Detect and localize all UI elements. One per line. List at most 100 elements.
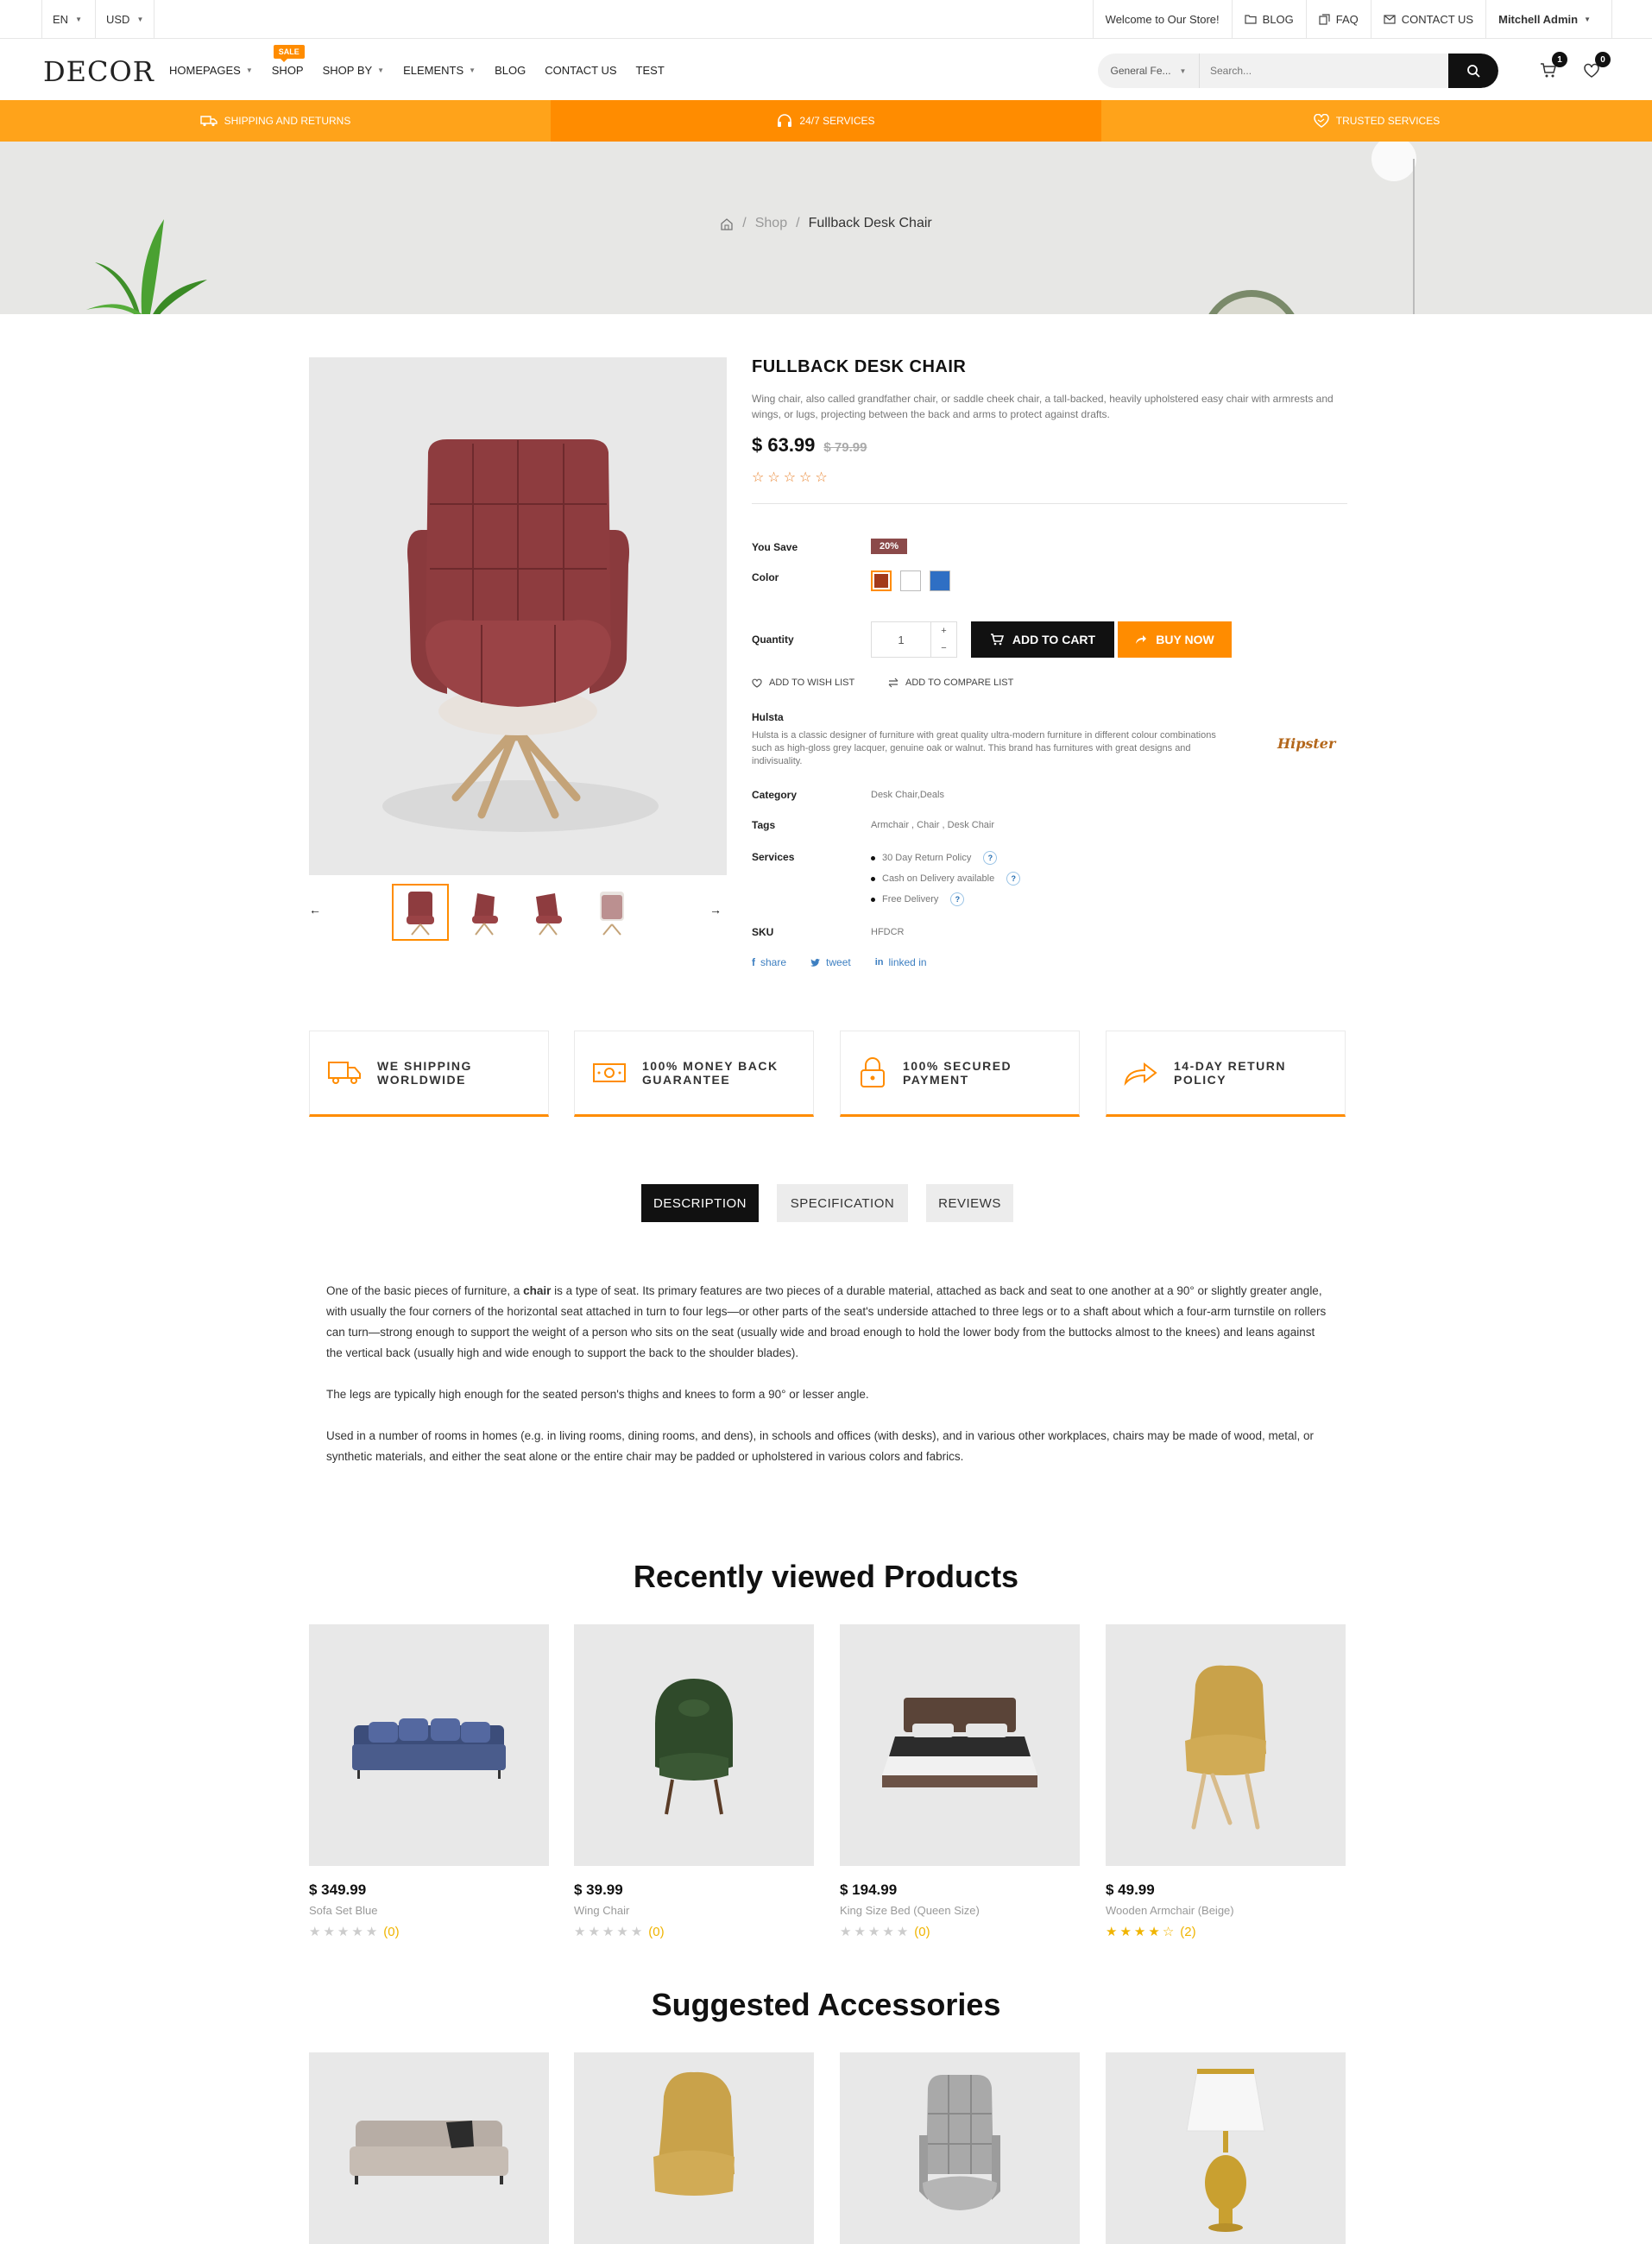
thumbnail-3[interactable] bbox=[520, 884, 577, 941]
product-title: FULLBACK DESK CHAIR bbox=[752, 357, 967, 376]
product-name[interactable]: Sofa Set Blue bbox=[309, 1904, 549, 1917]
star-empty-icon: ★ bbox=[574, 1925, 586, 1939]
price-row: $ 63.99 $ 79.99 bbox=[752, 434, 1347, 457]
product-card[interactable]: $ 49.99 Wooden Armchair (Beige) ★ ★ ★ ★ ☆ (2… bbox=[1106, 1624, 1346, 1939]
nav-homepages[interactable]: HOMEPAGES ▼ bbox=[169, 64, 253, 77]
product-main-image[interactable] bbox=[309, 357, 727, 875]
next-arrow-icon[interactable]: → bbox=[709, 903, 722, 917]
nav-shop-by[interactable]: SHOP BY ▼ bbox=[323, 64, 384, 77]
wishlist-label: ADD TO WISH LIST bbox=[769, 678, 855, 688]
product-card[interactable] bbox=[309, 2052, 549, 2244]
product-image[interactable] bbox=[1106, 1624, 1346, 1866]
category-value[interactable]: Desk Chair,Deals bbox=[871, 790, 944, 800]
service-strip: SHIPPING AND RETURNS 24/7 SERVICES TRUST… bbox=[0, 100, 1652, 142]
you-save-label: You Save bbox=[752, 541, 798, 553]
product-image[interactable] bbox=[309, 2052, 549, 2244]
quantity-increase-button[interactable]: + bbox=[931, 622, 956, 640]
nav-test[interactable]: TEST bbox=[636, 64, 665, 77]
strip-shipping: SHIPPING AND RETURNS bbox=[0, 100, 551, 142]
color-swatch-red[interactable] bbox=[871, 570, 892, 591]
nav-elements[interactable]: ELEMENTS ▼ bbox=[403, 64, 476, 77]
color-swatch-white[interactable] bbox=[900, 570, 921, 591]
facebook-label: share bbox=[760, 956, 787, 968]
add-to-compare-link[interactable]: ADD TO COMPARE LIST bbox=[888, 678, 1013, 688]
product-rating: ★ ★ ★ ★ ★ (0) bbox=[574, 1924, 814, 1940]
star-empty-icon: ☆ bbox=[815, 470, 828, 485]
product-name[interactable]: Wing Chair bbox=[574, 1904, 814, 1917]
currency-selector[interactable]: USD ▼ bbox=[95, 0, 155, 38]
product-card[interactable]: $ 349.99 Sofa Set Blue ★ ★ ★ ★ ★ (0) bbox=[309, 1624, 549, 1939]
nav-shop[interactable]: SALE SHOP bbox=[272, 44, 305, 77]
thumbnail-4[interactable] bbox=[583, 884, 640, 941]
add-to-wishlist-link[interactable]: ADD TO WISH LIST bbox=[752, 678, 854, 688]
product-image[interactable] bbox=[574, 2052, 814, 2244]
language-selector[interactable]: EN ▼ bbox=[41, 0, 92, 38]
star-full-icon: ★ bbox=[1106, 1925, 1118, 1939]
product-card[interactable]: $ 194.99 King Size Bed (Queen Size) ★ ★ ★ ★… bbox=[840, 1624, 1080, 1939]
linkedin-share-link[interactable]: in linked in bbox=[875, 956, 927, 968]
site-logo[interactable]: DECOR bbox=[43, 55, 154, 88]
product-name[interactable]: Wooden Armchair (Beige) bbox=[1106, 1904, 1346, 1917]
product-image[interactable] bbox=[309, 1624, 549, 1866]
chevron-down-icon: ▼ bbox=[377, 66, 385, 74]
blog-link[interactable]: BLOG bbox=[1231, 0, 1306, 38]
chevron-down-icon: ▼ bbox=[75, 15, 82, 23]
search-button[interactable] bbox=[1448, 54, 1498, 88]
star-empty-icon: ★ bbox=[882, 1925, 894, 1939]
green-wing-chair-image bbox=[655, 1679, 733, 1815]
thumbnail-1[interactable] bbox=[392, 884, 449, 941]
product-card[interactable]: $ 39.99 Wing Chair ★ ★ ★ ★ ★ (0) bbox=[574, 1624, 814, 1939]
bullet bbox=[871, 876, 875, 881]
tags-value[interactable]: Armchair , Chair , Desk Chair bbox=[871, 820, 994, 830]
facebook-share-link[interactable]: f share bbox=[752, 956, 786, 968]
product-image[interactable] bbox=[840, 1624, 1080, 1866]
question-icon[interactable]: ? bbox=[1006, 872, 1021, 886]
cart-button[interactable]: 1 bbox=[1536, 52, 1567, 83]
color-swatch-blue[interactable] bbox=[930, 570, 950, 591]
user-menu[interactable]: Mitchell Admin ▼ bbox=[1485, 0, 1612, 38]
star-empty-icon: ★ bbox=[854, 1925, 866, 1939]
product-image[interactable] bbox=[574, 1624, 814, 1866]
breadcrumb-shop[interactable]: Shop bbox=[755, 216, 787, 231]
nav-blog[interactable]: BLOG bbox=[495, 64, 526, 77]
blue-sofa-image bbox=[352, 1718, 506, 1779]
wishlist-button[interactable]: 0 bbox=[1579, 52, 1611, 83]
breadcrumb-current: Fullback Desk Chair bbox=[808, 216, 932, 230]
nav-contact-us[interactable]: CONTACT US bbox=[545, 64, 616, 77]
search-input[interactable] bbox=[1200, 54, 1448, 88]
question-icon[interactable]: ? bbox=[950, 892, 965, 906]
home-icon[interactable] bbox=[720, 217, 734, 230]
user-name: Mitchell Admin bbox=[1498, 12, 1579, 26]
search-category-select[interactable]: General Fe... ▼ bbox=[1098, 54, 1200, 88]
product-image[interactable] bbox=[840, 2052, 1080, 2244]
return-arrow-icon bbox=[1124, 1062, 1157, 1086]
star-empty-icon: ★ bbox=[602, 1925, 615, 1939]
grey-chair-image bbox=[919, 2075, 1000, 2210]
product-card[interactable] bbox=[840, 2052, 1080, 2244]
twitter-share-link[interactable]: tweet bbox=[810, 956, 851, 968]
description-paragraph: Used in a number of rooms in homes (e.g.… bbox=[326, 1429, 1315, 1463]
thumbnail-2[interactable] bbox=[456, 884, 513, 941]
buy-now-button[interactable]: BUY NOW bbox=[1118, 621, 1232, 658]
add-to-cart-button[interactable]: ADD TO CART bbox=[971, 621, 1114, 658]
tab-reviews[interactable]: REVIEWS bbox=[926, 1184, 1013, 1222]
tab-specification[interactable]: SPECIFICATION bbox=[777, 1184, 908, 1222]
quantity-stepper[interactable]: 1 + − bbox=[871, 621, 957, 658]
search-category-label: General Fe... bbox=[1110, 65, 1171, 77]
product-rating: ★ ★ ★ ★ ★ (0) bbox=[840, 1924, 1080, 1940]
question-icon[interactable]: ? bbox=[983, 851, 998, 865]
quantity-decrease-button[interactable]: − bbox=[931, 640, 956, 657]
brand-logo[interactable]: Hipster bbox=[1277, 735, 1335, 752]
prev-arrow-icon[interactable]: ← bbox=[309, 903, 321, 917]
contact-link[interactable]: CONTACT US bbox=[1370, 0, 1485, 38]
tab-description[interactable]: DESCRIPTION bbox=[641, 1184, 759, 1222]
product-name[interactable]: King Size Bed (Queen Size) bbox=[840, 1904, 1080, 1917]
product-card[interactable] bbox=[574, 2052, 814, 2244]
product-card[interactable] bbox=[1106, 2052, 1346, 2244]
quantity-value[interactable]: 1 bbox=[872, 622, 930, 657]
product-price: $ 63.99 bbox=[752, 434, 816, 456]
page-banner: / Shop / Fullback Desk Chair bbox=[0, 142, 1652, 314]
faq-link[interactable]: FAQ bbox=[1305, 0, 1371, 38]
product-image[interactable] bbox=[1106, 2052, 1346, 2244]
product-rating[interactable]: ☆ ☆ ☆ ☆ ☆ bbox=[752, 469, 1347, 486]
